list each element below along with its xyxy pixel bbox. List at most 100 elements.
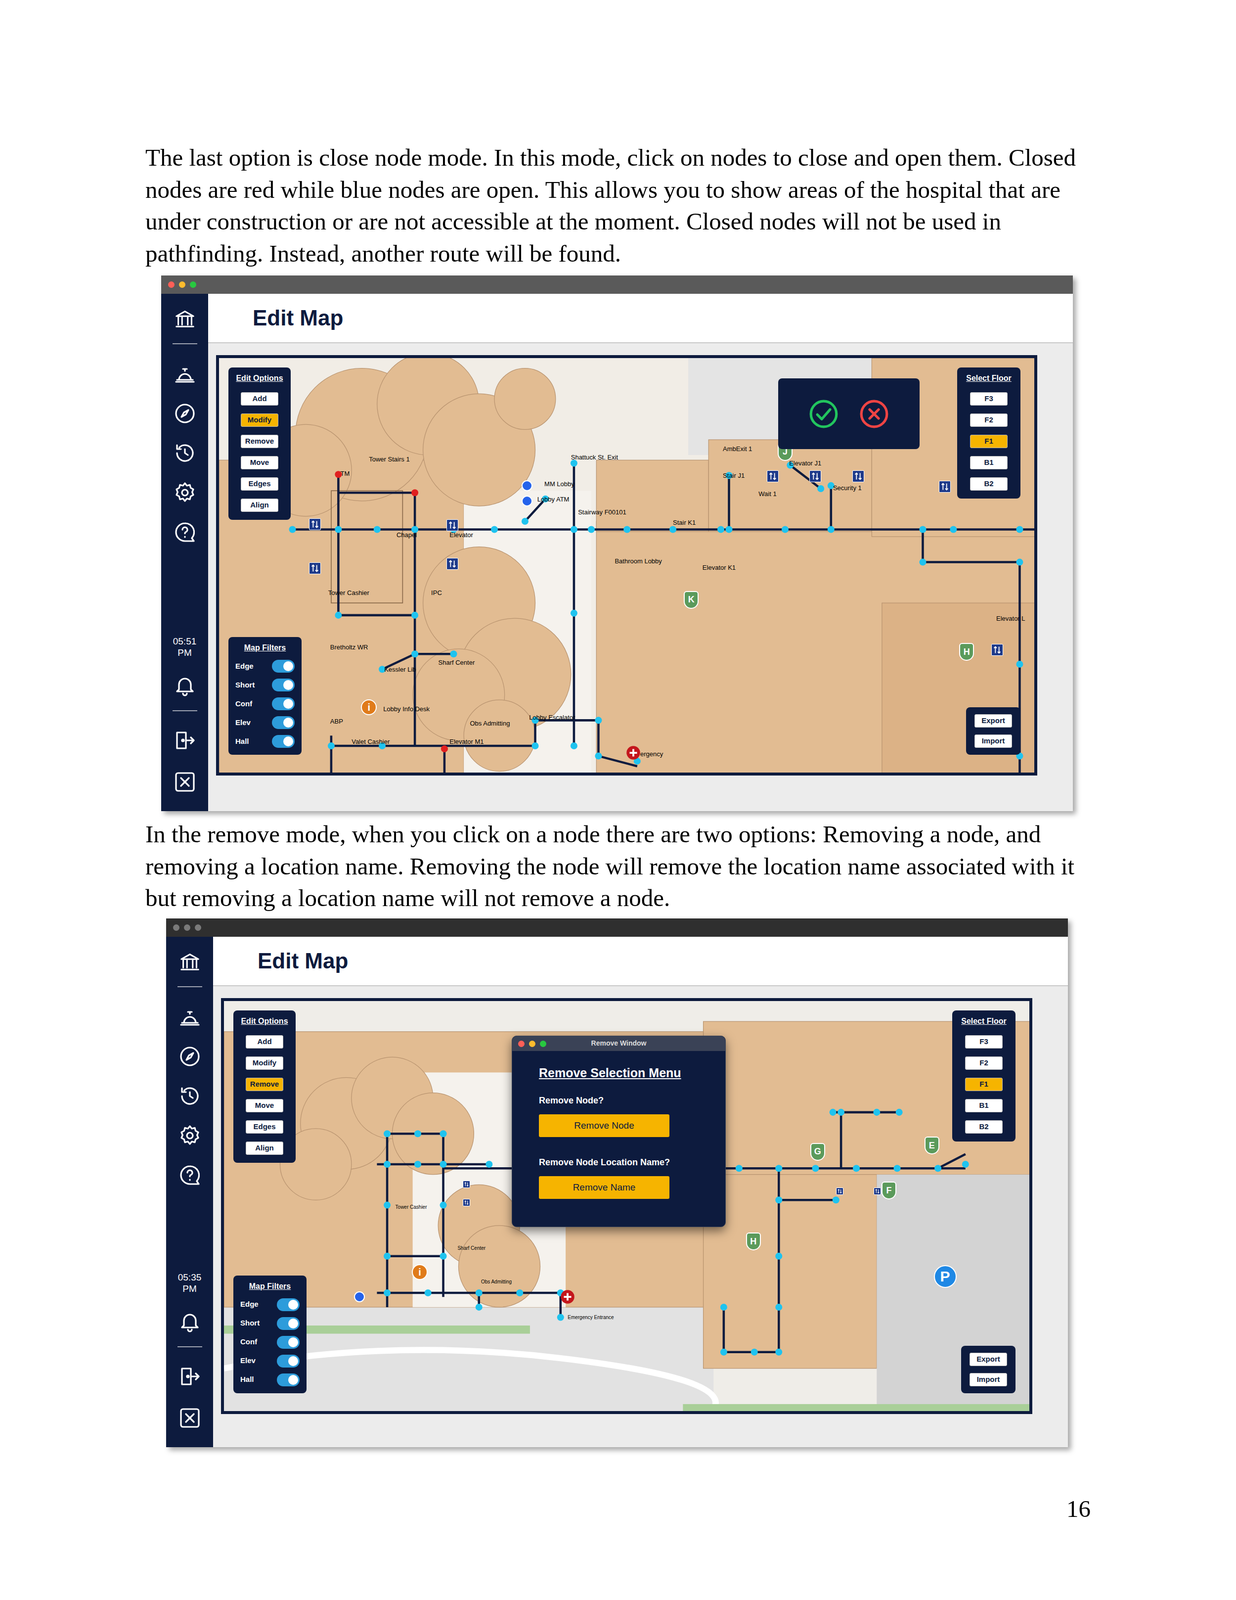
map-edge[interactable] <box>533 719 537 746</box>
map-node[interactable] <box>949 526 957 533</box>
map-label[interactable]: Obs Admitting <box>481 1279 512 1284</box>
map[interactable]: Sharf CenterObs AdmittingEmergency Entra… <box>220 997 1033 1414</box>
zoom-dot[interactable] <box>189 281 197 288</box>
close-box-icon[interactable] <box>177 1405 202 1430</box>
map-node[interactable] <box>775 1164 783 1172</box>
filter-toggle[interactable] <box>276 1335 300 1349</box>
map-node[interactable] <box>383 1160 391 1168</box>
map-label[interactable]: Tower Stairs 1 <box>368 455 410 463</box>
map-node[interactable] <box>717 526 725 533</box>
map-edge[interactable] <box>387 1133 443 1297</box>
map-node[interactable] <box>817 485 825 492</box>
filter-toggle[interactable] <box>276 1316 300 1330</box>
map-label[interactable]: ergency <box>640 750 663 757</box>
map-node[interactable] <box>373 526 381 533</box>
filter-toggle[interactable] <box>271 659 295 673</box>
map-node[interactable] <box>725 526 733 533</box>
map-node[interactable] <box>852 1164 860 1172</box>
map-node[interactable] <box>449 650 457 658</box>
map-label[interactable]: ABP <box>330 717 344 725</box>
map-node[interactable] <box>485 1160 493 1168</box>
map-node[interactable] <box>334 526 342 533</box>
map-edge[interactable] <box>839 1111 843 1168</box>
map-node[interactable] <box>424 1288 432 1296</box>
map-node[interactable] <box>441 745 448 752</box>
map-pin[interactable]: i <box>360 699 377 715</box>
map-label[interactable]: Shattuck St. Exit <box>571 453 618 461</box>
confirm-check-icon[interactable] <box>808 398 839 430</box>
map-pin[interactable]: K <box>683 590 699 609</box>
map-node[interactable] <box>521 517 529 525</box>
action-button[interactable]: Export <box>974 713 1013 728</box>
map-edge[interactable] <box>778 1198 837 1201</box>
map-node[interactable] <box>873 1107 881 1115</box>
map-node[interactable] <box>962 1160 970 1168</box>
map-node[interactable] <box>775 1195 783 1203</box>
map-node[interactable] <box>490 526 498 533</box>
compass-icon[interactable] <box>173 401 197 426</box>
filter-toggle[interactable] <box>271 715 295 729</box>
remove-button[interactable]: Remove Node <box>538 1113 670 1137</box>
map-edge[interactable] <box>535 719 638 766</box>
map-node[interactable] <box>720 1347 728 1355</box>
map-node[interactable] <box>557 1313 565 1321</box>
close-box-icon[interactable] <box>173 769 197 794</box>
filter-toggle[interactable] <box>276 1297 300 1311</box>
filter-toggle[interactable] <box>276 1354 300 1368</box>
map-node[interactable] <box>383 1200 391 1208</box>
action-button[interactable]: Import <box>974 734 1013 748</box>
atm-pin-icon[interactable] <box>353 1290 365 1302</box>
map-node[interactable] <box>475 1288 483 1296</box>
bell-icon[interactable] <box>173 673 197 698</box>
map-edge[interactable] <box>387 1254 443 1257</box>
map-node[interactable] <box>827 526 835 533</box>
map-label[interactable]: Lobby Escalator <box>529 713 575 721</box>
filter-toggle[interactable] <box>276 1372 300 1386</box>
minimize-dot[interactable] <box>529 1040 536 1047</box>
edit-option-button[interactable]: Move <box>240 455 279 470</box>
map-node[interactable] <box>812 1164 820 1172</box>
map-label[interactable]: Chapel <box>396 531 417 538</box>
map-label[interactable]: Stair J1 <box>722 472 745 479</box>
map-pin[interactable]: i <box>411 1263 428 1280</box>
map-label[interactable]: IPC <box>431 589 442 596</box>
map-node[interactable] <box>594 752 602 760</box>
map-label[interactable]: Tower Cashier <box>395 1204 428 1210</box>
map-label[interactable]: Sharf Center <box>438 659 476 666</box>
map-pin[interactable]: H <box>746 1232 761 1250</box>
map-edge[interactable] <box>338 491 415 494</box>
remove-button[interactable]: Remove Name <box>538 1175 670 1199</box>
map-node[interactable] <box>327 742 335 750</box>
map-label[interactable]: Valet Cashier <box>351 738 390 745</box>
map-label[interactable]: Lobby Info Desk <box>383 705 430 712</box>
floor-button[interactable]: F3 <box>965 1034 1003 1049</box>
history-icon[interactable] <box>173 441 197 465</box>
floor-button[interactable]: F2 <box>970 413 1008 427</box>
edit-option-button[interactable]: Modify <box>240 413 279 427</box>
map-node[interactable] <box>531 742 539 750</box>
action-button[interactable]: Import <box>969 1372 1008 1386</box>
map-label[interactable]: Obs Admitting <box>469 719 510 727</box>
map-node[interactable] <box>669 526 677 533</box>
map-label[interactable]: Wait 1 <box>758 490 777 497</box>
service-bell-icon[interactable] <box>173 361 197 386</box>
map-node[interactable] <box>570 459 578 467</box>
map-node[interactable] <box>411 488 419 496</box>
edit-option-button[interactable]: Edges <box>240 477 279 491</box>
close-dot[interactable] <box>173 924 180 931</box>
map-edge[interactable] <box>937 1153 966 1168</box>
map-node[interactable] <box>411 650 419 658</box>
map-node[interactable] <box>837 1107 845 1115</box>
map-label[interactable]: Emergency Entrance <box>567 1314 614 1320</box>
minimize-dot[interactable] <box>178 281 186 288</box>
help-icon[interactable] <box>173 520 197 544</box>
map-node[interactable] <box>570 742 578 750</box>
filter-toggle[interactable] <box>271 697 295 710</box>
emergency-icon[interactable] <box>625 745 641 760</box>
map-node[interactable] <box>735 1164 743 1172</box>
map-node[interactable] <box>570 526 578 533</box>
map-pin[interactable]: E <box>924 1136 940 1154</box>
map-label[interactable]: Stairway F00101 <box>577 508 627 516</box>
floor-button[interactable]: F1 <box>970 434 1008 448</box>
map-node[interactable] <box>775 1302 783 1310</box>
